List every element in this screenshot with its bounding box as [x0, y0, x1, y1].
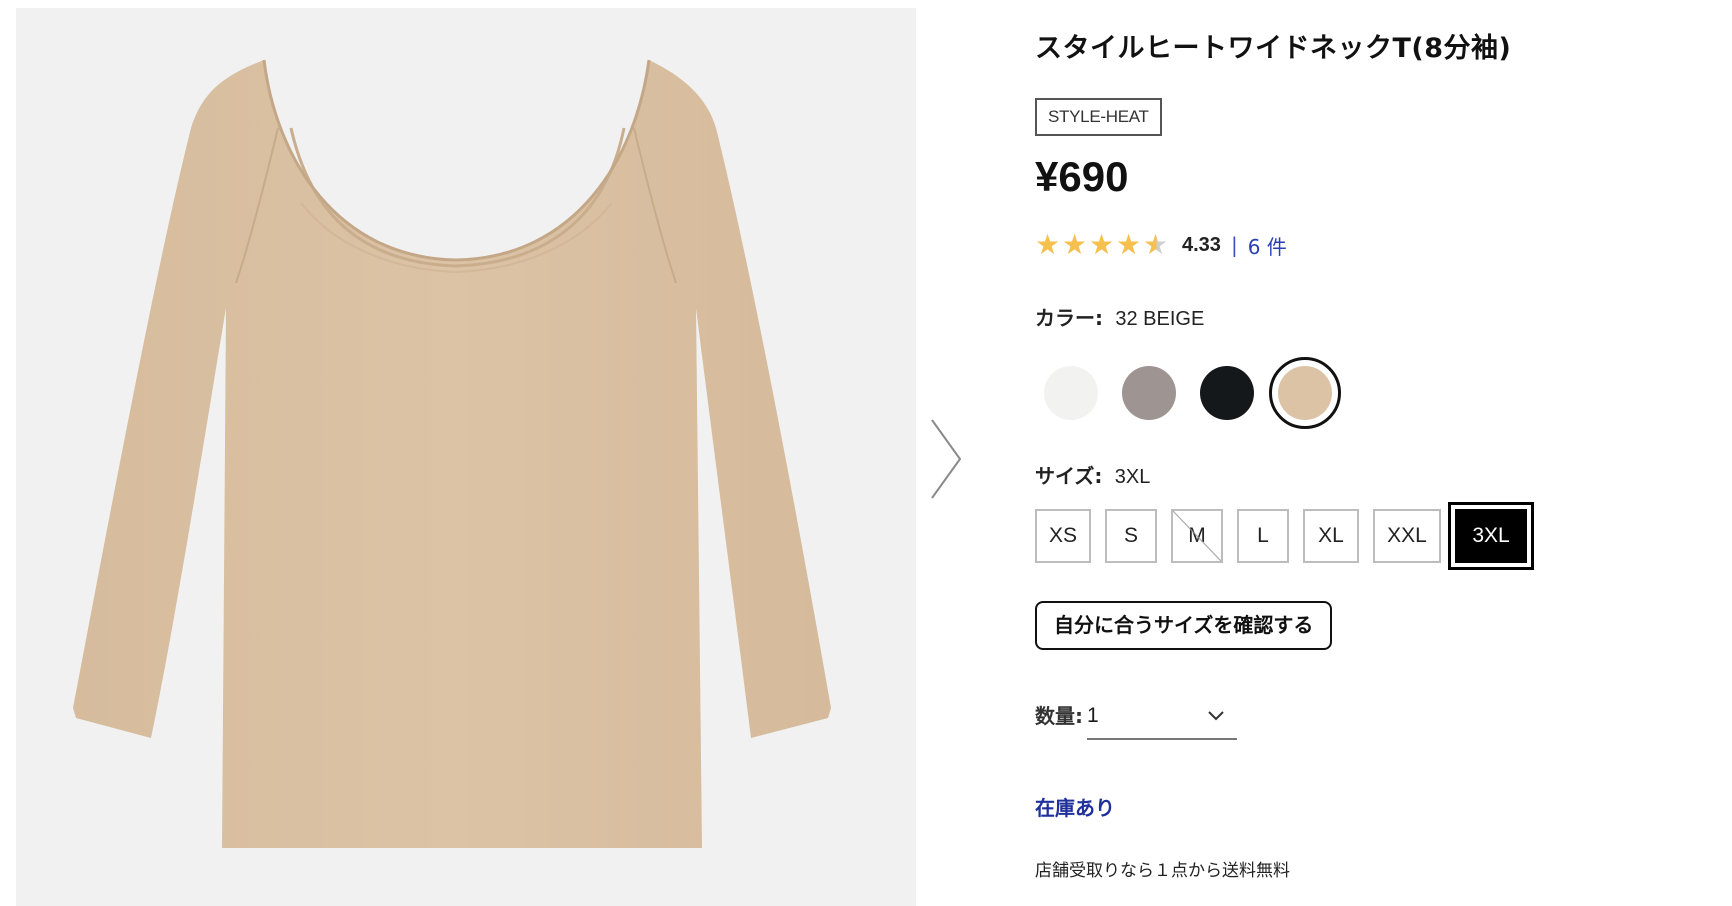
color-label: カラー:	[1035, 306, 1103, 330]
product-page: スタイルヒートワイドネックT(8分袖) STYLE-HEAT ¥690 ★ ★ …	[0, 0, 1732, 906]
swatch-fill	[1200, 366, 1254, 420]
size-option-m[interactable]: M	[1171, 509, 1223, 563]
product-title: スタイルヒートワイドネックT(8分袖)	[1035, 33, 1512, 64]
quantity-value: 1	[1087, 704, 1099, 727]
product-price: ¥690	[1035, 153, 1129, 200]
swatch-fill	[1044, 366, 1098, 420]
size-option-s[interactable]: S	[1105, 509, 1157, 563]
size-option-l[interactable]: L	[1237, 509, 1289, 563]
color-swatches	[1035, 357, 1347, 429]
color-swatch-gray[interactable]	[1113, 357, 1185, 429]
star-icon: ★	[1089, 228, 1115, 261]
star-icon: ★	[1062, 228, 1088, 261]
color-label-row: カラー: 32 BEIGE	[1035, 302, 1204, 331]
color-swatch-black[interactable]	[1191, 357, 1263, 429]
quantity-label: 数量:	[1035, 704, 1083, 728]
star-icon: ★	[1143, 228, 1169, 261]
size-options: XS S M L XL XXL 3XL	[1035, 502, 1541, 570]
quantity-row: 数量: 1	[1035, 700, 1237, 740]
rating-stars: ★ ★ ★ ★ ★	[1035, 230, 1170, 260]
size-option-3xl[interactable]: 3XL	[1448, 502, 1534, 570]
quantity-select[interactable]: 1	[1087, 700, 1237, 740]
size-option-xs[interactable]: XS	[1035, 509, 1091, 563]
chevron-right-icon[interactable]	[926, 414, 966, 504]
swatch-fill	[1278, 366, 1332, 420]
size-check-button[interactable]: 自分に合うサイズを確認する	[1035, 601, 1333, 650]
size-option-xl[interactable]: XL	[1303, 509, 1359, 563]
star-icon: ★	[1116, 228, 1142, 261]
rating-separator: |	[1230, 233, 1238, 257]
product-tag: STYLE-HEAT	[1035, 98, 1162, 136]
rating-value: 4.33	[1182, 233, 1221, 256]
selected-size: 3XL	[1114, 466, 1151, 488]
swatch-fill	[1122, 366, 1176, 420]
color-swatch-white[interactable]	[1035, 357, 1107, 429]
selected-color: 32 BEIGE	[1115, 308, 1205, 330]
pickup-note: 店舗受取りなら１点から送料無料	[1035, 861, 1290, 881]
size-label: サイズ:	[1035, 464, 1103, 488]
chevron-down-icon	[1208, 711, 1224, 721]
product-image	[16, 8, 916, 906]
rating: ★ ★ ★ ★ ★ 4.33 | 6 件	[1035, 230, 1287, 260]
color-swatch-beige[interactable]	[1269, 357, 1341, 429]
stock-status: 在庫あり	[1035, 796, 1115, 820]
size-label-row: サイズ: 3XL	[1035, 460, 1150, 489]
garment-illustration	[73, 59, 831, 848]
size-option-xxl[interactable]: XXL	[1373, 509, 1441, 563]
review-count-link[interactable]: 6 件	[1248, 231, 1287, 260]
star-icon: ★	[1035, 228, 1061, 261]
